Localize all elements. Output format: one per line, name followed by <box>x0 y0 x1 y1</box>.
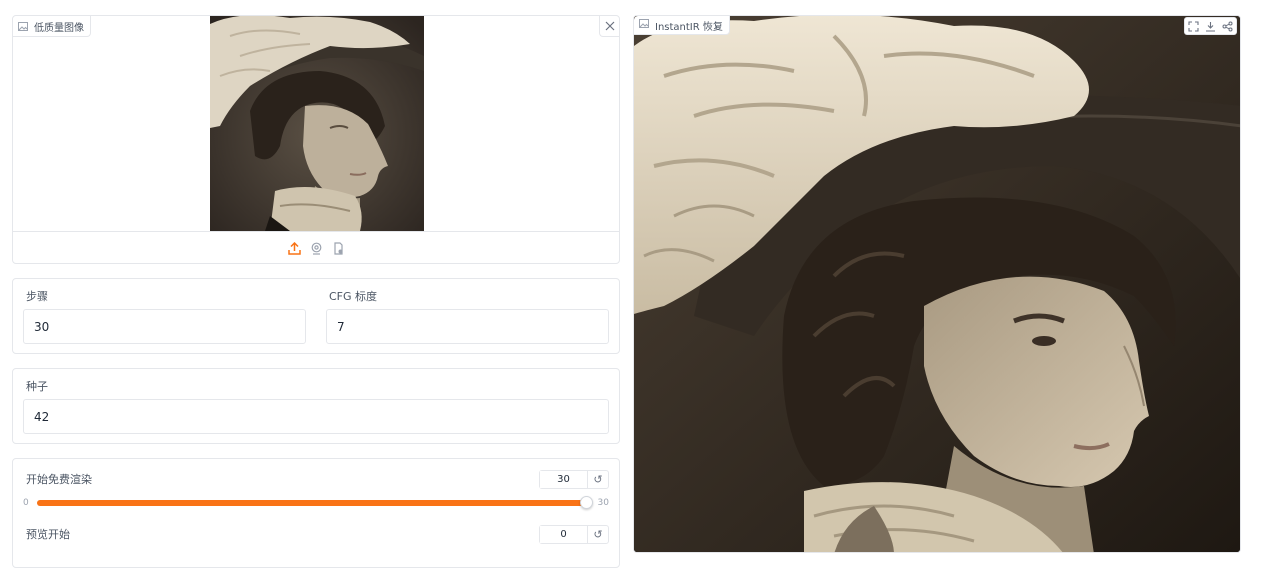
left-column: 低质量图像 步骤 30 CFG 标度 7 种子 42 开始免费渲染 30 ↺ 0… <box>12 15 620 568</box>
webcam-icon[interactable] <box>309 241 323 255</box>
image-icon <box>18 21 28 31</box>
free-render-slider-handle[interactable] <box>580 496 593 509</box>
free-render-slider-fill <box>37 500 587 506</box>
input-image-label: 低质量图像 <box>34 22 84 34</box>
image-icon <box>639 19 649 31</box>
input-image-toolbar <box>13 231 619 264</box>
seed-input[interactable] <box>23 399 609 434</box>
free-render-number-group: ↺ <box>539 469 609 489</box>
input-image-preview <box>210 16 424 231</box>
share-icon[interactable] <box>1219 18 1236 34</box>
reset-icon[interactable]: ↺ <box>588 526 608 543</box>
preview-start-number-group: ↺ <box>539 524 609 544</box>
free-render-label: 开始免费渲染 <box>26 473 92 486</box>
steps-cfg-block: 步骤 CFG 标度 <box>12 278 620 354</box>
seed-block: 种子 <box>12 368 620 444</box>
steps-label: 步骤 <box>26 290 48 303</box>
close-icon[interactable] <box>599 16 619 37</box>
output-image-label: InstantIR 恢复 <box>655 21 723 33</box>
steps-input[interactable] <box>23 309 306 344</box>
download-icon[interactable] <box>1202 18 1219 34</box>
clipboard-icon[interactable] <box>331 241 345 255</box>
fullscreen-icon[interactable] <box>1185 18 1202 34</box>
preview-start-number-input[interactable] <box>540 525 588 543</box>
seed-label: 种子 <box>26 380 48 393</box>
reset-icon[interactable]: ↺ <box>588 471 608 488</box>
output-image <box>634 16 1240 552</box>
cfg-input[interactable] <box>326 309 609 344</box>
output-column: InstantIR 恢复 <box>633 15 1241 553</box>
cfg-label: CFG 标度 <box>329 290 378 303</box>
input-image-label-box: 低质量图像 <box>13 16 91 37</box>
preview-start-label: 预览开始 <box>26 528 70 541</box>
free-render-max: 30 <box>597 498 609 508</box>
upload-icon[interactable] <box>287 241 301 255</box>
output-image-label-box: InstantIR 恢复 <box>634 16 730 35</box>
free-render-number-input[interactable] <box>540 470 588 488</box>
free-render-min: 0 <box>23 498 29 508</box>
render-sliders-block: 开始免费渲染 ↺ 0 30 预览开始 ↺ <box>12 458 620 568</box>
output-image-toolbar <box>1184 17 1237 35</box>
free-render-slider[interactable] <box>37 496 593 509</box>
output-image-panel: InstantIR 恢复 <box>633 15 1241 553</box>
input-image-panel[interactable]: 低质量图像 <box>12 15 620 264</box>
